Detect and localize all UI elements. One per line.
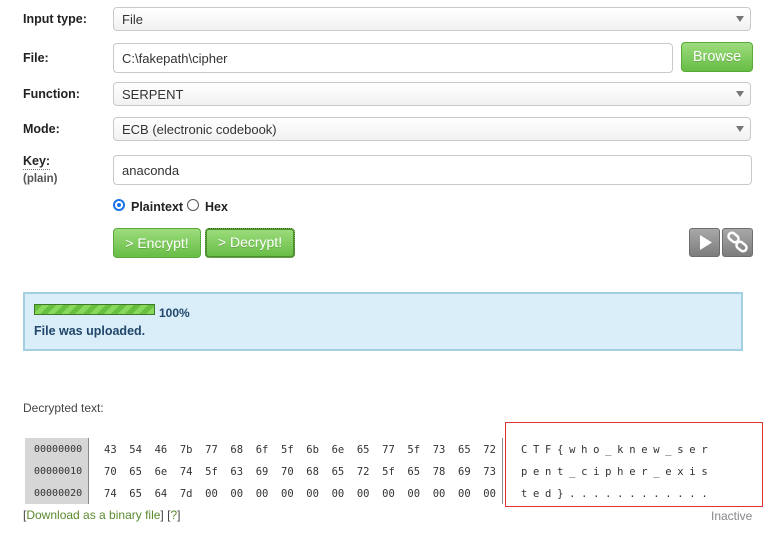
mode-select[interactable]: ECB (electronic codebook) — [113, 117, 751, 141]
mode-label: Mode: — [23, 122, 60, 136]
row-bytes: 43 54 46 7b 77 68 6f 5f 6b 6e 65 77 5f 7… — [104, 444, 496, 456]
key-label: Key: — [23, 154, 51, 170]
radio-dot — [117, 203, 121, 207]
status-message: File was uploaded. — [34, 324, 146, 338]
download-binary-link[interactable]: Download as a binary file — [26, 508, 160, 522]
input-type-select[interactable]: File — [113, 7, 751, 31]
input-type-label: Input type: — [23, 12, 87, 26]
function-label: Function: — [23, 87, 80, 101]
progress-bar-fill — [35, 305, 154, 314]
chevron-down-icon — [736, 126, 744, 132]
divider — [88, 438, 89, 504]
radio-plaintext[interactable] — [113, 199, 125, 211]
inactive-status: Inactive — [711, 509, 753, 523]
mode-value: ECB (electronic codebook) — [122, 122, 277, 137]
row-ascii: ted}............ — [521, 488, 714, 500]
row-offset: 00000010 — [34, 466, 83, 477]
row-ascii: CTF{who_knew_ser — [521, 444, 714, 456]
upload-status-panel: 100% File was uploaded. — [23, 292, 743, 351]
row-offset: 00000020 — [34, 488, 83, 499]
play-button[interactable] — [689, 228, 720, 257]
radio-plaintext-label[interactable]: Plaintext — [131, 200, 183, 214]
radio-hex[interactable] — [187, 199, 199, 211]
chevron-down-icon — [736, 16, 744, 22]
file-label: File: — [23, 51, 49, 65]
bracket: ] — [177, 508, 181, 522]
key-field[interactable]: anaconda — [113, 155, 752, 185]
progress-text: 100% — [159, 306, 190, 320]
link-button[interactable] — [722, 228, 753, 257]
file-field[interactable]: C:\fakepath\cipher — [113, 43, 673, 73]
decrypt-button[interactable]: > Decrypt! — [205, 228, 295, 258]
browse-button[interactable]: Browse — [681, 42, 753, 72]
download-links: [Download as a binary file] [?] — [23, 508, 180, 522]
function-select[interactable]: SERPENT — [113, 82, 751, 106]
progress-bar — [34, 304, 155, 315]
function-value: SERPENT — [122, 87, 184, 102]
link-icon — [727, 231, 748, 253]
input-type-value: File — [122, 12, 143, 27]
encrypt-button[interactable]: > Encrypt! — [113, 228, 201, 258]
radio-hex-label[interactable]: Hex — [205, 200, 228, 214]
row-bytes: 74 65 64 7d 00 00 00 00 00 00 00 00 00 0… — [104, 488, 496, 500]
output-heading: Decrypted text: — [23, 401, 104, 415]
play-icon — [700, 235, 712, 250]
divider — [502, 438, 503, 504]
row-bytes: 70 65 6e 74 5f 63 69 70 68 65 72 5f 65 7… — [104, 466, 496, 478]
row-ascii: pent_cipher_exis — [521, 466, 714, 478]
row-offset: 00000000 — [34, 444, 83, 455]
key-sub-label: (plain) — [23, 173, 58, 185]
chevron-down-icon — [736, 91, 744, 97]
bracket: ] — [160, 508, 164, 522]
